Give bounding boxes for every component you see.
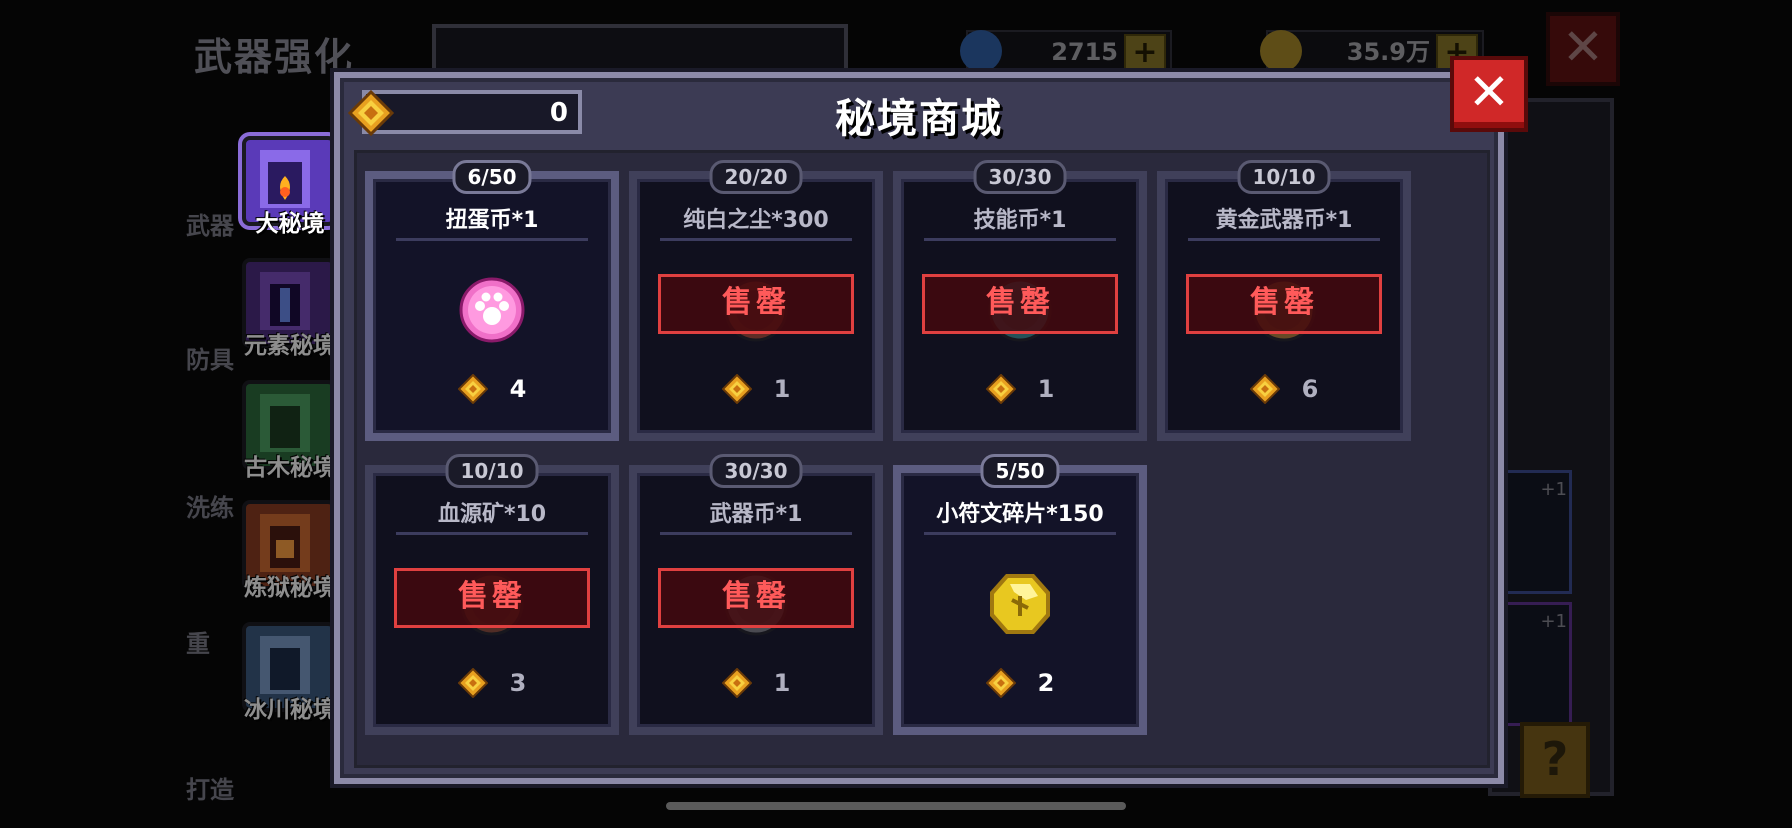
- shop-item-card[interactable]: 5/50 小符文碎片*150 2: [893, 454, 1147, 735]
- sold-out-stamp: 售罄: [1186, 274, 1382, 334]
- shop-item-card[interactable]: 20/20 纯白之尘*300 售罄 1: [629, 160, 883, 441]
- divider: [396, 532, 588, 535]
- card-body: 20/20 纯白之尘*300 售罄 1: [637, 160, 875, 433]
- item-price: 3: [376, 668, 608, 698]
- item-price: 6: [1168, 374, 1400, 404]
- card-body: 6/50 扭蛋币*1 4: [373, 160, 611, 433]
- tab-label: 冰川秘境: [244, 697, 336, 723]
- home-indicator[interactable]: [666, 802, 1126, 810]
- shop-item-grid: 6/50 扭蛋币*1 4 20/20 纯白之尘*300 售罄 1 30/30 技能币*1 售罄 1 1…: [354, 150, 1490, 768]
- side-label-armor: 防具: [186, 346, 234, 374]
- card-body: 10/10 黄金武器币*1 售罄 6: [1165, 160, 1403, 433]
- sold-out-stamp: 售罄: [658, 274, 854, 334]
- tab-elemental-rift[interactable]: 元素秘境: [236, 254, 336, 359]
- sold-out-stamp: 售罄: [922, 274, 1118, 334]
- tab-ancient-wood-rift[interactable]: 古木秘境: [236, 376, 336, 481]
- price-value: 1: [773, 375, 791, 403]
- price-value: 3: [509, 669, 527, 697]
- tab-glacier-rift[interactable]: 冰川秘境: [236, 618, 336, 723]
- purchase-limit-badge: 10/10: [1237, 160, 1331, 194]
- item-price: 1: [904, 374, 1136, 404]
- item-price: 1: [640, 668, 872, 698]
- close-button[interactable]: ✕: [1450, 56, 1528, 132]
- background-close-button[interactable]: ✕: [1546, 12, 1620, 86]
- secret-realm-shop-dialog: 0 秘境商城 ✕ 6/50 扭蛋币*1 4 20/20 纯白之尘*300 售罄 1 30/30…: [334, 56, 1528, 784]
- purchase-limit-badge: 20/20: [709, 160, 803, 194]
- divider: [1188, 238, 1380, 241]
- rune-gem-icon: [721, 668, 752, 698]
- item-name: 黄金武器币*1: [1215, 208, 1353, 233]
- gold-coin-icon: [1260, 30, 1302, 72]
- card-body: 30/30 武器币*1 售罄 1: [637, 454, 875, 727]
- paw-coin-icon: [458, 276, 526, 344]
- card-body: 10/10 血源矿*10 售罄 3: [373, 454, 611, 727]
- shop-item-card[interactable]: 30/30 技能币*1 售罄 1: [893, 160, 1147, 441]
- divider: [924, 532, 1116, 535]
- tab-purgatory-rift[interactable]: 炼狱秘境: [236, 496, 336, 601]
- rune-gem-icon: [721, 374, 752, 404]
- purchase-limit-badge: 30/30: [709, 454, 803, 488]
- item-price: 4: [376, 374, 608, 404]
- rune-fragment-icon: [986, 570, 1054, 638]
- rune-gem-icon: [457, 374, 488, 404]
- equipment-slot[interactable]: +1: [1500, 602, 1572, 726]
- price-value: 1: [773, 669, 791, 697]
- purchase-limit-badge: 30/30: [973, 160, 1067, 194]
- item-name: 武器币*1: [709, 502, 803, 527]
- rune-gem-icon: [985, 374, 1016, 404]
- purchase-limit-badge: 5/50: [980, 454, 1060, 488]
- item-name: 小符文碎片*150: [936, 502, 1104, 527]
- side-label-refine: 洗练: [186, 494, 234, 522]
- item-price: 2: [904, 668, 1136, 698]
- dialog-title: 秘境商城: [835, 96, 1003, 142]
- sold-out-stamp: 售罄: [658, 568, 854, 628]
- divider: [660, 238, 852, 241]
- shop-item-card[interactable]: 6/50 扭蛋币*1 4: [365, 160, 619, 441]
- item-price: 1: [640, 374, 872, 404]
- price-value: 2: [1037, 669, 1055, 697]
- background-title: 武器强化: [194, 35, 355, 79]
- tab-label: 古木秘境: [244, 455, 336, 481]
- divider: [924, 238, 1116, 241]
- side-label-weapon: 武器: [186, 212, 234, 240]
- help-button[interactable]: ?: [1520, 722, 1590, 798]
- rune-gem-icon: [985, 668, 1016, 698]
- gem-icon: [960, 30, 1002, 72]
- add-gem-button[interactable]: +: [1124, 34, 1166, 74]
- divider: [396, 238, 588, 241]
- item-name: 纯白之尘*300: [683, 208, 829, 233]
- shop-item-card[interactable]: 10/10 黄金武器币*1 售罄 6: [1157, 160, 1411, 441]
- purchase-limit-badge: 6/50: [452, 160, 532, 194]
- tab-great-rift[interactable]: 大秘境: [236, 132, 336, 237]
- item-name: 技能币*1: [973, 208, 1067, 233]
- tab-label: 大秘境: [255, 211, 325, 237]
- rune-gem-icon: [1249, 374, 1280, 404]
- sold-out-stamp: 售罄: [394, 568, 590, 628]
- card-body: 5/50 小符文碎片*150 2: [901, 454, 1139, 727]
- side-label-heavy: 重: [186, 630, 210, 658]
- shop-item-card[interactable]: 10/10 血源矿*10 售罄 3: [365, 454, 619, 735]
- rune-gem-icon: [457, 668, 488, 698]
- shop-item-card[interactable]: 30/30 武器币*1 售罄 1: [629, 454, 883, 735]
- divider: [660, 532, 852, 535]
- item-name: 血源矿*10: [437, 502, 547, 527]
- item-name: 扭蛋币*1: [445, 208, 539, 233]
- price-value: 4: [509, 375, 527, 403]
- tab-label: 元素秘境: [244, 333, 336, 359]
- tab-label: 炼狱秘境: [244, 575, 336, 601]
- price-value: 1: [1037, 375, 1055, 403]
- resource-gem-counter: 2715 +: [960, 30, 1172, 74]
- side-label-forge: 打造: [186, 776, 234, 804]
- purchase-limit-badge: 10/10: [445, 454, 539, 488]
- card-body: 30/30 技能币*1 售罄 1: [901, 160, 1139, 433]
- equipment-slot[interactable]: +1: [1500, 470, 1572, 594]
- price-value: 6: [1301, 375, 1319, 403]
